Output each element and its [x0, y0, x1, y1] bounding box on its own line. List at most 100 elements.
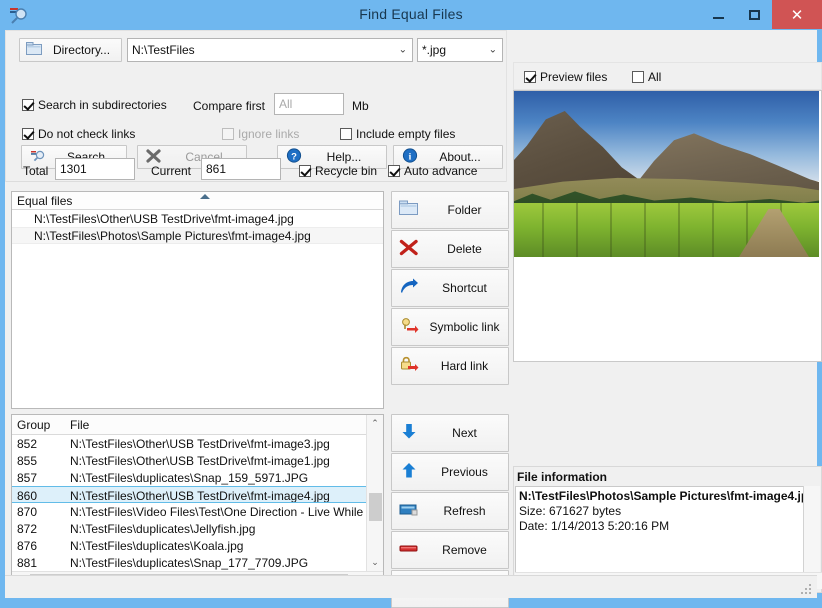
scroll-down-icon[interactable]: ⌄: [367, 554, 383, 571]
chevron-down-icon: ⌄: [398, 44, 407, 56]
hard-link-action-button[interactable]: Hard link: [391, 347, 509, 385]
recycle-bin-checkbox[interactable]: Recycle bin: [299, 164, 377, 178]
client-area: Directory... N:\TestFiles ⌄ *.jpg ⌄ Sear…: [5, 30, 822, 608]
svg-text:i: i: [409, 152, 412, 162]
table-row[interactable]: 852 N:\TestFiles\Other\USB TestDrive\fmt…: [12, 435, 367, 452]
previous-action-button[interactable]: Previous: [391, 453, 509, 491]
total-input[interactable]: 1301: [55, 158, 135, 180]
file-info-date: Date: 1/14/2013 5:20:16 PM: [519, 519, 670, 533]
directory-button[interactable]: Directory...: [19, 38, 122, 62]
table-row[interactable]: 855 N:\TestFiles\Other\USB TestDrive\fmt…: [12, 452, 367, 469]
table-row[interactable]: 876 N:\TestFiles\duplicates\Koala.jpg: [12, 537, 367, 554]
magnifier-icon: [30, 149, 46, 166]
application-window: Find Equal Files ✕ Directory... N:\TestF…: [0, 0, 822, 608]
delete-action-button[interactable]: Delete: [391, 230, 509, 268]
cell-file: N:\TestFiles\duplicates\Jellyfish.jpg: [70, 522, 256, 536]
search-subdirectories-checkbox[interactable]: Search in subdirectories: [22, 98, 167, 112]
preview-files-checkbox[interactable]: Preview files: [524, 70, 607, 84]
cell-file: N:\TestFiles\duplicates\Koala.jpg: [70, 539, 244, 553]
directory-path-combo[interactable]: N:\TestFiles ⌄: [127, 38, 413, 62]
file-information-vertical-scrollbar[interactable]: [803, 486, 820, 574]
groups-table[interactable]: Group File 852 N:\TestFiles\Other\USB Te…: [11, 414, 384, 589]
table-row[interactable]: 872 N:\TestFiles\duplicates\Jellyfish.jp…: [12, 520, 367, 537]
preview-blank-area: [514, 257, 819, 361]
current-value: 861: [206, 162, 227, 176]
symbolic-link-action-label: Symbolic link: [429, 320, 500, 334]
refresh-icon: [399, 501, 421, 521]
table-row[interactable]: 881 N:\TestFiles\duplicates\Snap_177_770…: [12, 554, 367, 571]
cell-file: N:\TestFiles\Other\USB TestDrive\fmt-ima…: [70, 454, 330, 468]
list-item[interactable]: N:\TestFiles\Photos\Sample Pictures\fmt-…: [12, 227, 383, 244]
compare-first-input[interactable]: All: [274, 93, 344, 115]
remove-action-button[interactable]: Remove: [391, 531, 509, 569]
directory-button-label: Directory...: [52, 43, 111, 57]
preview-pane: Preview files All File information N:\Te…: [513, 62, 822, 593]
symbolic-link-action-button[interactable]: Symbolic link: [391, 308, 509, 346]
cell-file: N:\TestFiles\Other\USB TestDrive\fmt-ima…: [70, 489, 330, 503]
ignore-links-label: Ignore links: [238, 127, 300, 141]
table-body: 852 N:\TestFiles\Other\USB TestDrive\fmt…: [12, 435, 367, 588]
refresh-action-button[interactable]: Refresh: [391, 492, 509, 530]
cell-group: 855: [17, 454, 38, 468]
folder-action-label: Folder: [447, 203, 482, 217]
maximize-button[interactable]: [736, 0, 772, 29]
file-filter-combo[interactable]: *.jpg ⌄: [417, 38, 503, 62]
checkbox-box: [22, 128, 34, 140]
list-item[interactable]: N:\TestFiles\Other\USB TestDrive\fmt-ima…: [12, 210, 383, 227]
do-not-check-links-checkbox[interactable]: Do not check links: [22, 127, 135, 141]
cell-file: N:\TestFiles\Video Files\Test\One Direct…: [70, 505, 367, 519]
sort-ascending-icon: [200, 194, 210, 199]
search-subdirectories-label: Search in subdirectories: [38, 98, 167, 112]
symbolic-link-icon: [399, 317, 421, 337]
equal-files-header: Equal files: [12, 192, 383, 210]
refresh-action-label: Refresh: [443, 504, 486, 518]
red-x-icon: [399, 239, 421, 259]
close-button[interactable]: ✕: [772, 0, 822, 29]
next-action-button[interactable]: Next: [391, 414, 509, 452]
column-header-file: File: [70, 418, 90, 432]
current-input[interactable]: 861: [201, 158, 281, 180]
chevron-down-icon: ⌄: [488, 44, 497, 56]
table-row-selected[interactable]: 860 N:\TestFiles\Other\USB TestDrive\fmt…: [12, 486, 367, 503]
preview-all-label: All: [648, 70, 662, 84]
table-row[interactable]: 870 N:\TestFiles\Video Files\Test\One Di…: [12, 503, 367, 520]
scroll-up-icon[interactable]: ⌃: [367, 415, 383, 432]
folder-action-button[interactable]: Folder: [391, 191, 509, 229]
cell-group: 881: [17, 556, 38, 570]
compare-first-label: Compare first: [193, 99, 266, 113]
do-not-check-links-label: Do not check links: [38, 127, 136, 141]
preview-all-checkbox[interactable]: All: [632, 70, 661, 84]
equal-files-header-label: Equal files: [17, 193, 73, 208]
remove-bar-icon: [399, 540, 421, 560]
cell-file: N:\TestFiles\duplicates\Snap_177_7709.JP…: [70, 556, 309, 570]
shortcut-action-button[interactable]: Shortcut: [391, 269, 509, 307]
cell-group: 876: [17, 539, 38, 553]
equal-files-list[interactable]: Equal files N:\TestFiles\Other\USB TestD…: [11, 191, 384, 409]
status-bar: [5, 575, 817, 598]
delete-action-label: Delete: [447, 242, 482, 256]
scrollbar-thumb[interactable]: [369, 493, 382, 521]
minimize-button[interactable]: [700, 0, 736, 29]
mountain-vineyard-photo: [514, 91, 819, 257]
checkbox-box: [340, 128, 352, 140]
title-bar: Find Equal Files ✕: [0, 0, 822, 30]
remove-action-label: Remove: [442, 543, 487, 557]
table-row[interactable]: 857 N:\TestFiles\duplicates\Snap_159_597…: [12, 469, 367, 486]
checkbox-box: [22, 99, 34, 111]
file-info-size: Size: 671627 bytes: [519, 504, 622, 518]
cell-group: 852: [17, 437, 38, 451]
total-value: 1301: [60, 162, 87, 176]
auto-advance-checkbox[interactable]: Auto advance: [388, 164, 477, 178]
recycle-bin-label: Recycle bin: [315, 164, 378, 178]
compare-first-value: All: [279, 97, 293, 111]
settings-divider: [6, 181, 506, 182]
table-vertical-scrollbar[interactable]: ⌃ ⌄: [366, 415, 383, 571]
folder-icon: [399, 200, 421, 220]
resize-grip[interactable]: [801, 584, 813, 596]
file-info-path: N:\TestFiles\Photos\Sample Pictures\fmt-…: [519, 489, 804, 503]
checkbox-box: [388, 165, 400, 177]
preview-image-area[interactable]: [513, 90, 822, 362]
cell-group: 872: [17, 522, 38, 536]
hard-link-action-label: Hard link: [440, 359, 489, 373]
include-empty-files-checkbox[interactable]: Include empty files: [340, 127, 455, 141]
